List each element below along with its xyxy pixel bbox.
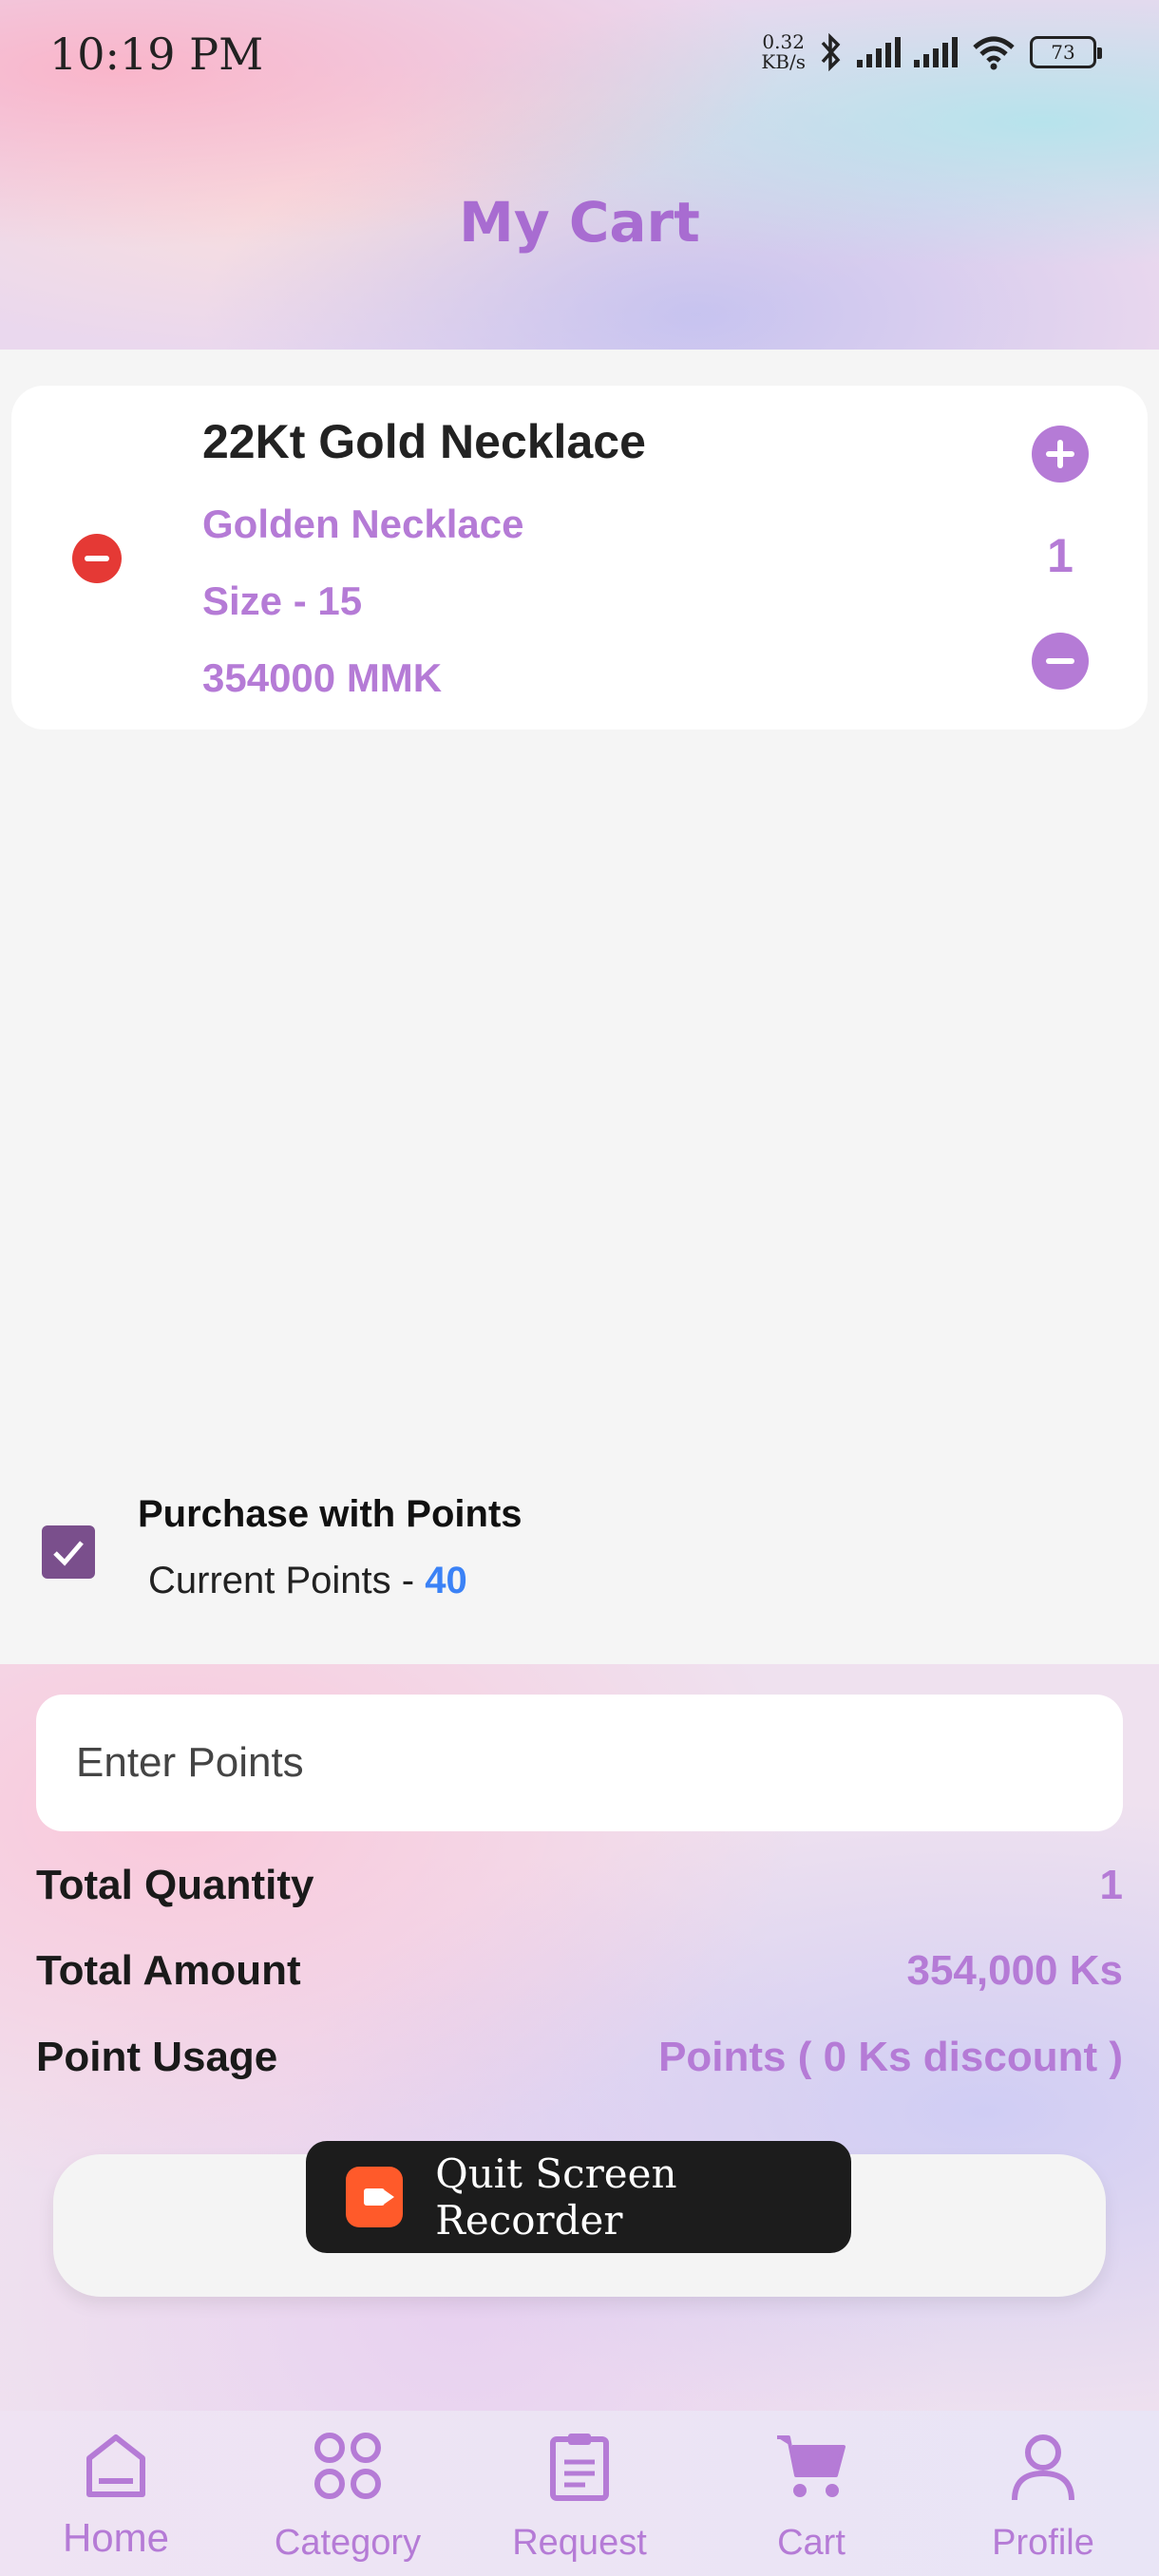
- point-usage-label: Point Usage: [36, 2034, 278, 2080]
- bluetooth-icon: [821, 33, 841, 71]
- nav-item-category[interactable]: Category: [232, 2411, 464, 2576]
- page-title: My Cart: [459, 190, 700, 255]
- recorder-label: Quit Screen Recorder: [435, 2150, 677, 2244]
- current-points-value: 40: [425, 1560, 467, 1601]
- signal-icon-2: [914, 37, 958, 67]
- minus-icon: [1046, 658, 1074, 664]
- nav-item-cart[interactable]: Cart: [695, 2411, 927, 2576]
- points-section: Purchase with Points Current Points - 40: [0, 1482, 1159, 1662]
- nav-label-request: Request: [512, 2523, 647, 2563]
- minus-circle-icon: [85, 556, 109, 561]
- total-amount-value: 354,000 Ks: [906, 1947, 1123, 1994]
- purchase-with-points-checkbox[interactable]: [42, 1525, 95, 1579]
- header: 10:19 PM 0.32 KB/s 73 My Cart: [0, 0, 1159, 350]
- nav-item-home[interactable]: Home: [0, 2411, 232, 2576]
- nav-item-profile[interactable]: Profile: [927, 2411, 1159, 2576]
- current-points-label: Current Points -: [148, 1560, 426, 1601]
- item-price: 354000 MMK: [202, 655, 443, 700]
- video-camera-icon: [346, 2167, 404, 2227]
- enter-points-input[interactable]: [36, 1695, 1123, 1831]
- wifi-icon: [973, 36, 1015, 70]
- network-speed-value: 0.32: [762, 30, 805, 53]
- nav-label-home: Home: [62, 2515, 170, 2560]
- profile-icon: [1012, 2434, 1074, 2501]
- quit-screen-recorder-button[interactable]: Quit Screen Recorder: [306, 2141, 851, 2253]
- check-icon: [53, 1541, 84, 1566]
- remove-item-button[interactable]: [72, 534, 122, 583]
- total-quantity-label: Total Quantity: [36, 1862, 314, 1908]
- decrease-quantity-button[interactable]: [1032, 633, 1089, 690]
- item-size: Size - 15: [202, 578, 363, 623]
- home-icon: [86, 2434, 145, 2497]
- status-time: 10:19 PM: [49, 28, 264, 80]
- cart-icon: [777, 2435, 846, 2497]
- bottom-navigation: Home Category Request Cart Profile: [0, 2411, 1159, 2576]
- nav-label-cart: Cart: [777, 2523, 846, 2563]
- status-bar: 10:19 PM 0.32 KB/s 73: [0, 0, 1159, 114]
- nav-label-profile: Profile: [992, 2523, 1094, 2563]
- total-amount-label: Total Amount: [36, 1947, 301, 1994]
- item-description: Golden Necklace: [202, 502, 524, 546]
- signal-icon: [857, 37, 901, 67]
- current-points: Current Points - 40: [148, 1560, 467, 1602]
- category-icon: [314, 2433, 381, 2499]
- nav-item-request[interactable]: Request: [464, 2411, 695, 2576]
- point-usage-value: Points ( 0 Ks discount ): [658, 2034, 1123, 2080]
- total-quantity-value: 1: [1099, 1862, 1123, 1908]
- nav-label-category: Category: [274, 2523, 422, 2563]
- increase-quantity-button[interactable]: [1032, 426, 1089, 483]
- network-speed: 0.32 KB/s: [761, 32, 806, 72]
- summary-panel: Total Quantity 1 Total Amount 354,000 Ks…: [0, 1664, 1159, 2411]
- battery-icon: 73: [1030, 36, 1102, 68]
- network-speed-unit: KB/s: [761, 50, 806, 73]
- status-icons: 0.32 KB/s 73: [761, 32, 1102, 72]
- item-name: 22Kt Gold Necklace: [202, 415, 646, 468]
- cart-item-card: 22Kt Gold Necklace Golden Necklace Size …: [11, 386, 1148, 729]
- quantity-value: 1: [1047, 529, 1074, 582]
- clipboard-icon: [550, 2434, 609, 2501]
- points-title: Purchase with Points: [138, 1493, 522, 1535]
